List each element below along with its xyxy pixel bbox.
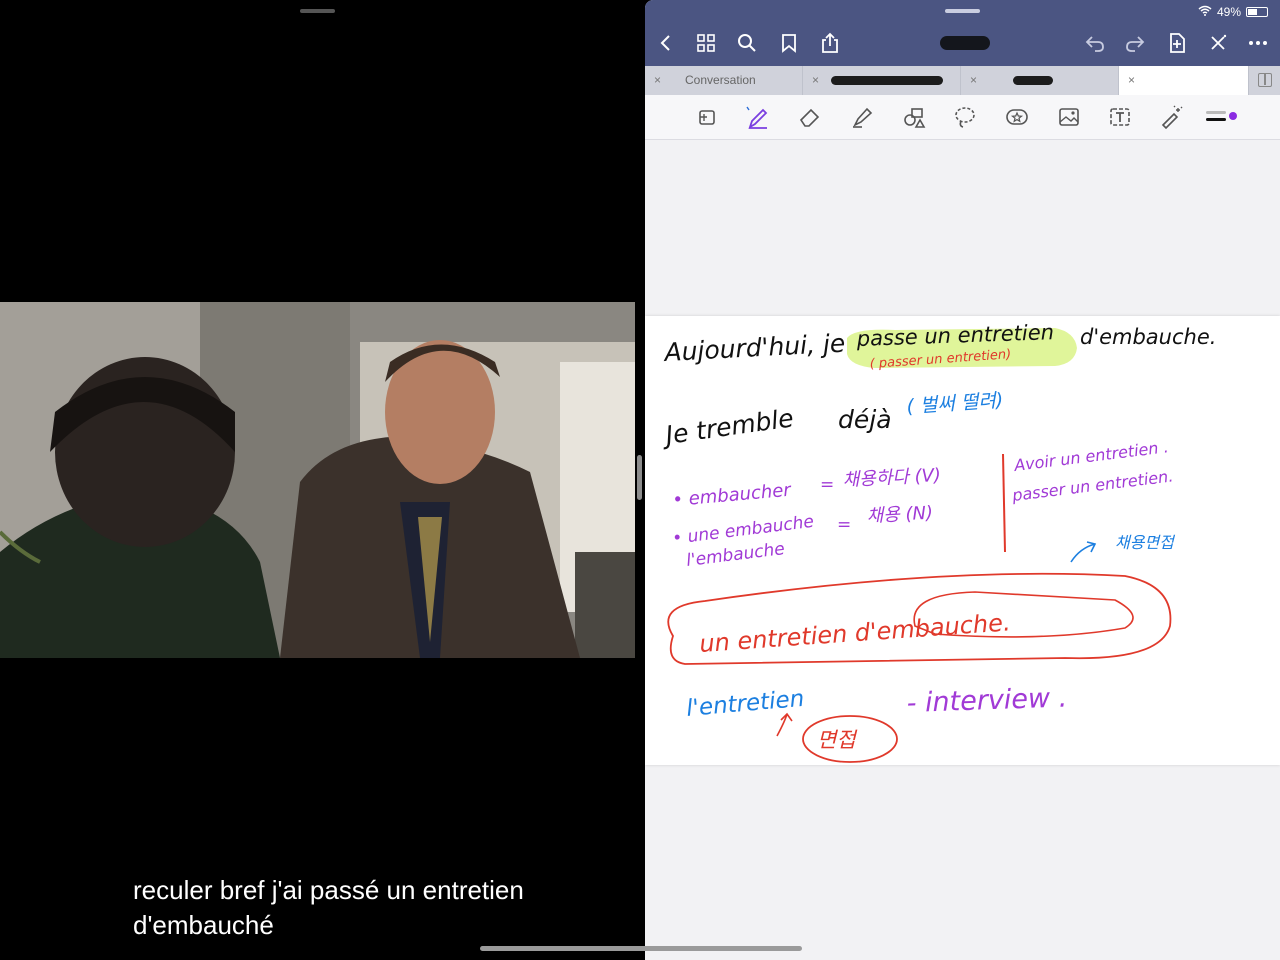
note-text: • embaucher (672, 480, 794, 511)
top-navigation-bar: 49% (645, 0, 1280, 66)
note-text: = (837, 515, 851, 535)
subtitle-line: d'embauché (133, 910, 274, 940)
note-text: 채용 (N) (866, 503, 933, 527)
shapes-icon[interactable] (693, 103, 721, 131)
tab-close-icon[interactable]: × (812, 73, 819, 87)
eraser-icon[interactable] (796, 103, 824, 131)
arrow-stroke (776, 712, 793, 737)
note-text: d'embauche. (1080, 325, 1216, 349)
note-text: - interview . (906, 682, 1068, 719)
note-text: l'entretien (685, 686, 805, 722)
tab-label-redacted (1013, 76, 1053, 85)
pen-icon[interactable] (744, 103, 772, 131)
subtitle-line: reculer bref j'ai passé un entretien (133, 875, 524, 905)
note-text: Aujourd'hui, je (662, 329, 846, 368)
tab-active[interactable]: × (1119, 66, 1249, 95)
split-view: reculer bref j'ai passé un entretien d'e… (0, 0, 1280, 960)
note-text: déjà (838, 405, 892, 434)
drawing-toolbar (645, 95, 1280, 140)
note-text: 채용면접 (1115, 533, 1175, 552)
arrow-stroke (1070, 541, 1097, 563)
note-text: Je tremble (659, 403, 795, 450)
note-text: un entretien d'embauche. (698, 608, 1011, 658)
battery-percent: 49% (1216, 5, 1241, 19)
bookmark-icon[interactable] (776, 30, 802, 56)
lasso-icon[interactable] (951, 103, 979, 131)
document-title[interactable] (940, 36, 990, 50)
note-text: 채용하다 (V) (842, 465, 941, 491)
handwriting-canvas: Aujourd'hui, je passe un entretien d'emb… (659, 320, 1216, 763)
tab-close-icon[interactable]: × (1128, 73, 1135, 87)
home-indicator[interactable] (480, 946, 802, 951)
tab-label: Conversation (685, 73, 756, 87)
color-picker-icon[interactable] (1202, 103, 1242, 131)
tab-close-icon[interactable]: × (970, 73, 977, 87)
multitask-grabber[interactable] (300, 9, 335, 13)
note-page[interactable]: Aujourd'hui, je passe un entretien d'emb… (645, 316, 1280, 765)
grid-icon[interactable] (693, 30, 719, 56)
video-player[interactable]: reculer bref j'ai passé un entretien d'e… (0, 0, 640, 960)
tab-document-2[interactable]: × (803, 66, 961, 95)
multitask-grabber[interactable] (945, 9, 980, 13)
share-icon[interactable] (817, 30, 843, 56)
undo-icon[interactable] (1082, 30, 1108, 56)
back-icon[interactable] (653, 30, 679, 56)
note-text: ( 벌써 떨려) (906, 389, 1004, 418)
note-text: = (820, 475, 834, 495)
tab-label-redacted (831, 76, 943, 85)
tab-bar: × Conversation × × × (645, 66, 1280, 95)
divider-stroke (1002, 453, 1006, 553)
video-frame[interactable] (0, 302, 635, 658)
sticker-icon[interactable] (1003, 103, 1031, 131)
notes-app: 49% × Conversation × × × Aujourd'hui, je… (645, 0, 1280, 960)
laser-icon[interactable] (1158, 103, 1186, 131)
tab-conversation[interactable]: × Conversation (645, 66, 803, 95)
note-text: 면접 (817, 728, 857, 752)
redo-icon[interactable] (1122, 30, 1148, 56)
wifi-icon (1198, 5, 1212, 19)
status-bar: 49% (1198, 5, 1268, 19)
search-icon[interactable] (734, 30, 760, 56)
highlighter-icon[interactable] (848, 103, 876, 131)
text-icon[interactable] (1106, 103, 1134, 131)
battery-icon (1246, 7, 1268, 17)
tab-close-icon[interactable]: × (654, 73, 661, 87)
add-page-icon[interactable] (1164, 30, 1190, 56)
subtitle: reculer bref j'ai passé un entretien d'e… (133, 873, 623, 943)
sidebar-toggle-icon[interactable] (1258, 73, 1272, 87)
close-icon[interactable] (1205, 30, 1231, 56)
image-icon[interactable] (1055, 103, 1083, 131)
shape-tool-icon[interactable] (900, 103, 928, 131)
more-icon[interactable] (1245, 30, 1271, 56)
video-scene (0, 302, 635, 658)
split-divider-handle[interactable] (637, 455, 642, 500)
tab-document-3[interactable]: × (961, 66, 1119, 95)
